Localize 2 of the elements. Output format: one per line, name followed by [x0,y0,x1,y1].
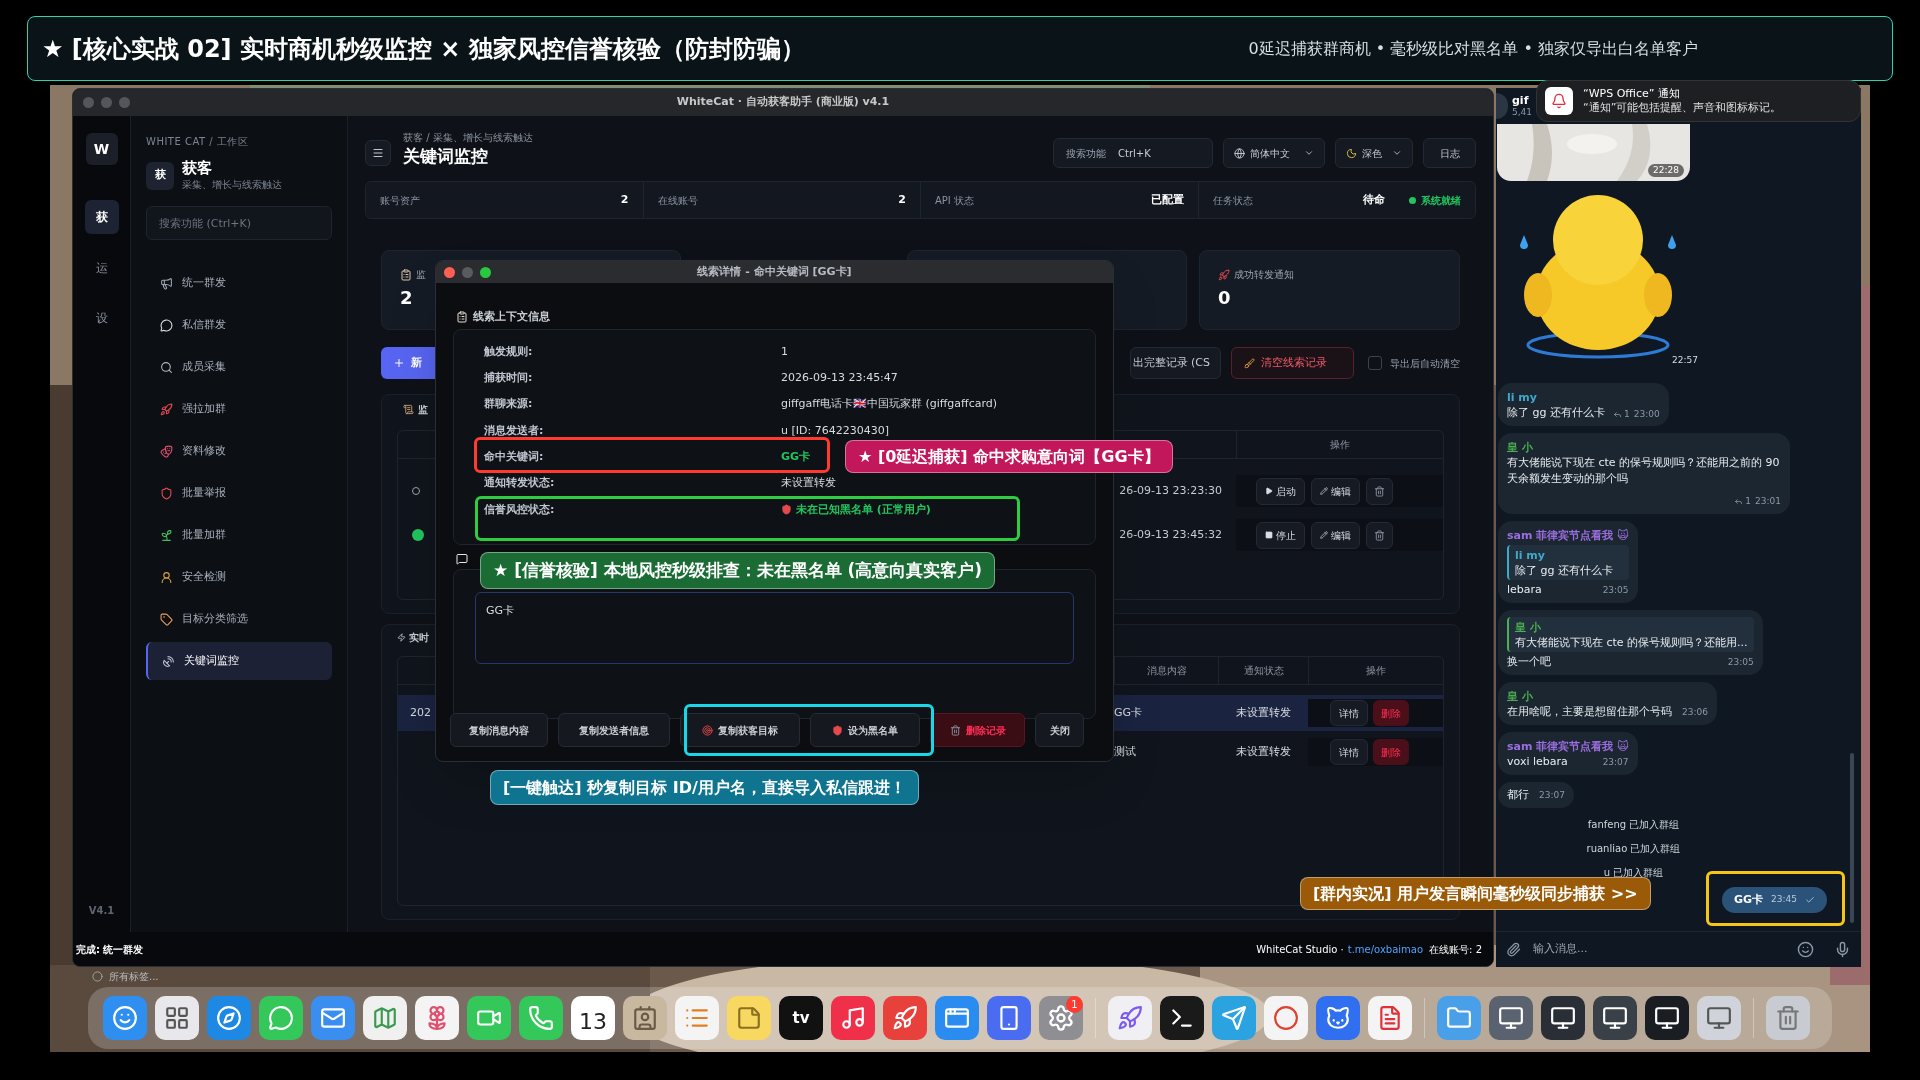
banner-title: ★ [核心实战 02] 实时商机秒级监控 × 独家风控信誉核验（防封防骗） [42,33,805,65]
banner-subtitle: 0延迟捕获群商机 • 毫秒级比对黑名单 • 独家仅导出白名单客户 [1248,37,1698,60]
